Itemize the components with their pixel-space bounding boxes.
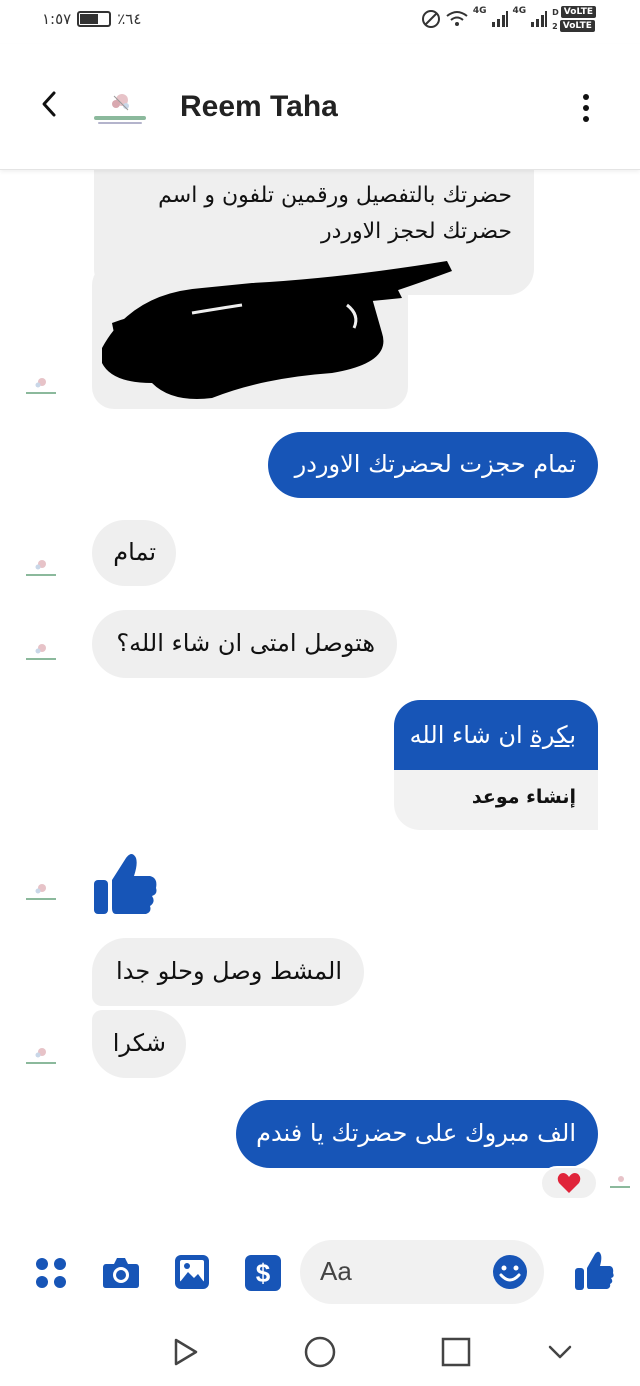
camera-button[interactable]: [102, 1254, 140, 1290]
contact-avatar[interactable]: [92, 86, 148, 136]
message-incoming[interactable]: المشط وصل وحلو جدا: [92, 938, 364, 1006]
back-button[interactable]: [34, 88, 66, 120]
recents-square-icon: [441, 1337, 471, 1367]
sim-1-label: D: [552, 7, 559, 17]
system-nav-bar: [0, 1320, 640, 1386]
emoji-button[interactable]: [492, 1254, 528, 1290]
message-text: هتوصل امتى ان شاء الله؟: [116, 629, 375, 657]
volte-1-badge: VoLTE: [560, 6, 596, 18]
sim-2-label: 2: [552, 21, 558, 31]
message-text-block: بكرة ان شاء الله: [394, 700, 598, 770]
message-text: شكرا: [112, 1029, 166, 1057]
sender-avatar: [24, 376, 58, 400]
volte-group: D VoLTE 2 VoLTE: [552, 6, 596, 32]
nav-back-button[interactable]: [166, 1334, 202, 1370]
status-right: 4G 4G D VoLTE 2 VoLTE: [421, 6, 596, 32]
message-text: ان شاء الله: [409, 721, 531, 749]
dot: [583, 116, 589, 122]
message-text: تمام: [113, 538, 156, 566]
avatar-logo-icon: [610, 1176, 630, 1188]
payment-button[interactable]: $: [244, 1254, 282, 1292]
like-sticker[interactable]: [92, 850, 158, 918]
create-event-label: إنشاء موعد: [471, 786, 576, 808]
gallery-button[interactable]: [174, 1254, 210, 1290]
clock: ١:٥٧: [42, 10, 72, 28]
reaction-badge[interactable]: [540, 1166, 598, 1200]
svg-text:$: $: [256, 1258, 271, 1288]
message-text-line: حضرتك لحجز الاوردر: [320, 219, 512, 244]
image-attachment[interactable]: [92, 261, 452, 409]
signal-1-icon: [491, 11, 508, 27]
back-triangle-icon: [174, 1338, 198, 1366]
message-incoming[interactable]: شكرا: [92, 1010, 186, 1078]
apps-icon: [36, 1258, 66, 1288]
message-text-line: حضرتك بالتفصيل ورقمين تلفون و اسم: [158, 183, 512, 208]
sender-avatar: [24, 882, 58, 906]
apps-button[interactable]: [34, 1256, 68, 1290]
nav-hide-button[interactable]: [542, 1334, 578, 1370]
wifi-icon: [446, 11, 468, 26]
emoji-icon: [493, 1255, 527, 1289]
thumbs-up-icon: [94, 854, 157, 914]
network-2-label: 4G: [512, 6, 527, 16]
dot: [583, 94, 589, 100]
conversation-header: Reem Taha: [0, 44, 640, 170]
create-event-action[interactable]: إنشاء موعد: [394, 770, 598, 830]
signal-2-icon: [531, 11, 548, 27]
message-list[interactable]: حضرتك بالتفصيل ورقمين تلفون و اسم حضرتك …: [0, 140, 640, 1230]
dot: [583, 105, 589, 111]
message-input[interactable]: Aa: [300, 1240, 544, 1304]
contact-name[interactable]: Reem Taha: [180, 90, 338, 124]
avatar-logo-icon: [26, 1048, 56, 1064]
battery-percent: ٪٦٤: [117, 10, 142, 28]
payment-icon: $: [245, 1255, 281, 1291]
nav-recents-button[interactable]: [438, 1334, 474, 1370]
message-outgoing[interactable]: الف مبروك على حضرتك يا فندم: [236, 1100, 598, 1168]
message-text: الف مبروك على حضرتك يا فندم: [256, 1119, 576, 1147]
composer-bar: $ Aa: [0, 1230, 640, 1320]
volte-2-badge: VoLTE: [559, 20, 595, 32]
avatar-logo-icon: [94, 94, 146, 124]
message-incoming[interactable]: تمام: [92, 520, 176, 586]
camera-icon: [103, 1258, 139, 1288]
chevron-down-icon: [548, 1345, 572, 1359]
status-left: ١:٥٧ ٪٦٤: [42, 10, 141, 28]
sender-avatar: [24, 642, 58, 666]
avatar-logo-icon: [26, 378, 56, 394]
network-1-label: 4G: [472, 6, 487, 16]
message-incoming[interactable]: هتوصل امتى ان شاء الله؟: [92, 610, 397, 678]
message-input-placeholder: Aa: [320, 1256, 352, 1286]
read-receipt-avatar: [608, 1174, 632, 1192]
send-like-button[interactable]: [574, 1250, 614, 1292]
home-circle-icon: [304, 1336, 336, 1368]
more-options-button[interactable]: [574, 90, 598, 126]
date-link[interactable]: بكرة: [530, 721, 576, 749]
avatar-logo-icon: [26, 560, 56, 576]
battery-icon: [77, 11, 112, 27]
like-icon: [575, 1251, 614, 1290]
message-outgoing[interactable]: تمام حجزت لحضرتك الاوردر: [268, 432, 598, 498]
gallery-icon: [175, 1255, 209, 1289]
status-bar: ١:٥٧ ٪٦٤ 4G 4G D VoLTE 2 VoLTE: [0, 0, 640, 44]
avatar-logo-icon: [26, 884, 56, 900]
message-text: تمام حجزت لحضرتك الاوردر: [294, 450, 576, 478]
redaction-scribble: [102, 261, 452, 399]
nav-home-button[interactable]: [302, 1334, 338, 1370]
avatar-logo-icon: [26, 644, 56, 660]
sender-avatar: [24, 558, 58, 582]
chevron-left-icon: [42, 91, 56, 117]
alarm-off-icon: [421, 10, 440, 28]
message-text: المشط وصل وحلو جدا: [116, 957, 342, 985]
heart-icon: [557, 1173, 581, 1193]
sender-avatar: [24, 1046, 58, 1070]
message-outgoing-with-action[interactable]: بكرة ان شاء الله إنشاء موعد: [394, 700, 598, 830]
